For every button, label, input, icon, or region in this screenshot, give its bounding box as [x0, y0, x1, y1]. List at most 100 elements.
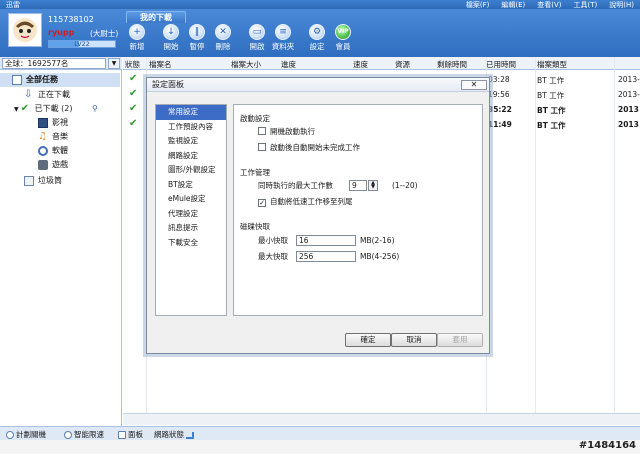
nav-item-emule[interactable]: eMule設定 — [156, 192, 226, 207]
column-elapsed[interactable]: 已用時間 — [486, 59, 516, 70]
toolbar-separator — [150, 24, 158, 52]
tab-my-downloads[interactable]: 我的下載 — [126, 11, 186, 23]
min-cache-unit: MB(2-16) — [360, 236, 395, 245]
smart-limit-toggle[interactable]: 智能限速 — [64, 429, 104, 440]
sidebar-item-software[interactable]: 軟體 — [0, 144, 120, 158]
option-move-slow-tasks[interactable]: ✓ 自動將低速工作移至列尾 — [258, 197, 353, 207]
close-button[interactable]: ✕ — [461, 80, 487, 90]
panel-toggle[interactable]: 面板 — [118, 429, 143, 440]
settings-button[interactable]: ⚙ 設定 — [304, 24, 330, 52]
column-sources[interactable]: 資源 — [395, 59, 410, 70]
max-tasks-input[interactable]: 9 — [349, 180, 367, 191]
sidebar-item-all-tasks[interactable]: 全部任務 — [0, 73, 120, 87]
max-tasks-spinner[interactable]: ▲ ▼ — [368, 180, 378, 191]
speed-limit-icon — [64, 431, 72, 439]
type-cell: BT 工作 — [537, 121, 566, 130]
chevron-down-icon[interactable]: ▼ — [108, 58, 120, 69]
bottom-strip — [0, 440, 640, 454]
elapsed-cell: 35:22 — [488, 105, 512, 114]
nav-item-proxy[interactable]: 代理設定 — [156, 207, 226, 222]
sidebar-label: 遊戲 — [52, 160, 68, 169]
nav-item-security[interactable]: 下載安全 — [156, 236, 226, 251]
ok-button[interactable]: 確定 — [345, 333, 391, 347]
option-label: 自動將低速工作移至列尾 — [270, 197, 353, 206]
user-name[interactable]: ryupp — [48, 28, 74, 37]
scheduled-shutdown-toggle[interactable]: 計劃關機 — [6, 429, 46, 440]
elapsed-cell: 19:56 — [488, 90, 510, 99]
sidebar-item-music[interactable]: ♫ 音樂 — [0, 130, 120, 144]
sidebar-label: 已下載 (2) — [34, 104, 73, 113]
type-cell: BT 工作 — [537, 91, 565, 100]
status-bar: 計劃關機 智能限速 面板 網路狀態 — [0, 426, 640, 440]
option-auto-resume[interactable]: 啟動後自動開始未完成工作 — [258, 143, 360, 153]
open-button[interactable]: ▭ 開啟 — [244, 24, 270, 52]
search-row: 全球：1692577名 ▼ — [0, 57, 122, 70]
sidebar-item-game[interactable]: 遊戲 — [0, 158, 120, 172]
nav-item-appearance[interactable]: 圖形/外觀設定 — [156, 163, 226, 178]
vip-icon: VIP — [335, 24, 351, 40]
nav-item-general[interactable]: 常用設定 — [156, 105, 226, 120]
column-speed[interactable]: 速度 — [353, 59, 368, 70]
music-icon: ♫ — [38, 130, 47, 142]
sidebar-label: 軟體 — [52, 146, 68, 155]
settings-dialog: 設定面板 ✕ 常用設定 工作預設內容 監視設定 網路設定 圖形/外觀設定 BT設… — [146, 77, 490, 354]
nav-item-monitor[interactable]: 監視設定 — [156, 134, 226, 149]
toolbar: 我的下載 + 新增 ↓ 開始 ‖ 暫停 ✕ 刪除 ▭ 開啟 ≡ 資料夾 ⚙ 設定… — [122, 9, 640, 57]
add-button[interactable]: + 新增 — [124, 24, 150, 52]
delete-button[interactable]: ✕ 刪除 — [210, 24, 236, 52]
user-rank: (大尉士) — [90, 29, 119, 38]
column-status[interactable]: 狀態 — [125, 59, 140, 70]
toolbar-separator — [236, 24, 244, 52]
settings-panel: 啟動設定 開機啟動執行 啟動後自動開始未完成工作 工作管理 同時執行的最大工作數… — [233, 104, 483, 316]
folder-button[interactable]: ≡ 資料夾 — [270, 24, 296, 52]
search-icon[interactable]: ⚲ — [92, 102, 98, 116]
column-progress[interactable]: 進度 — [281, 59, 296, 70]
vip-button[interactable]: VIP 會員 — [330, 24, 356, 52]
nav-item-bt[interactable]: BT設定 — [156, 178, 226, 193]
chevron-down-icon[interactable]: ▼ — [14, 106, 19, 113]
network-status[interactable]: 網路狀態 — [154, 429, 195, 440]
open-icon: ▭ — [249, 24, 265, 40]
settings-label: 設定 — [309, 42, 325, 51]
pause-label: 暫停 — [189, 42, 205, 51]
status-label: 智能限速 — [74, 430, 104, 439]
start-label: 開始 — [163, 42, 179, 51]
sidebar-item-video[interactable]: 影視 — [0, 116, 120, 130]
user-panel: 115738102 ryupp (大尉士) LV22 — [0, 9, 122, 57]
clock-icon — [6, 431, 14, 439]
rank-scope-field[interactable]: 全球：1692577名 — [2, 58, 106, 69]
section-task-management: 工作管理 — [240, 168, 270, 177]
avatar[interactable] — [8, 13, 42, 47]
horizontal-scrollbar[interactable] — [123, 413, 640, 425]
nav-item-task-defaults[interactable]: 工作預設內容 — [156, 120, 226, 135]
nav-item-notifications[interactable]: 訊息提示 — [156, 221, 226, 236]
all-tasks-icon — [12, 74, 22, 85]
open-label: 開啟 — [249, 42, 265, 51]
option-run-on-boot[interactable]: 開機啟動執行 — [258, 127, 315, 137]
column-type[interactable]: 檔案類型 — [537, 59, 567, 70]
downloading-icon: ⇩ — [24, 88, 33, 100]
date-cell: 2013 — [618, 120, 639, 129]
avatar-icon — [13, 18, 37, 42]
nav-item-network[interactable]: 網路設定 — [156, 149, 226, 164]
start-button[interactable]: ↓ 開始 — [158, 24, 184, 52]
max-cache-input[interactable]: 256 — [296, 251, 356, 262]
pause-button[interactable]: ‖ 暫停 — [184, 24, 210, 52]
apply-button[interactable]: 套用 — [437, 333, 483, 347]
column-filename[interactable]: 檔案名 — [149, 59, 172, 70]
checkbox-checked[interactable]: ✓ — [258, 199, 266, 207]
trash-icon — [24, 175, 34, 186]
sidebar-item-downloaded[interactable]: ▼ ✔ 已下載 (2) ⚲ — [0, 102, 120, 116]
section-startup: 啟動設定 — [240, 114, 270, 123]
sidebar-item-downloading[interactable]: ⇩ 正在下載 — [0, 88, 120, 102]
completed-icon: ✔ — [129, 88, 138, 99]
min-cache-input[interactable]: 16 — [296, 235, 356, 246]
status-label: 計劃關機 — [16, 430, 46, 439]
checkbox[interactable] — [258, 143, 266, 151]
cancel-button[interactable]: 取消 — [391, 333, 437, 347]
column-size[interactable]: 檔案大小 — [231, 59, 261, 70]
sidebar-item-trash[interactable]: 垃圾筒 — [0, 174, 120, 188]
column-remaining[interactable]: 剩餘時間 — [437, 59, 467, 70]
checkbox[interactable] — [258, 127, 266, 135]
sidebar-label: 音樂 — [52, 132, 68, 141]
